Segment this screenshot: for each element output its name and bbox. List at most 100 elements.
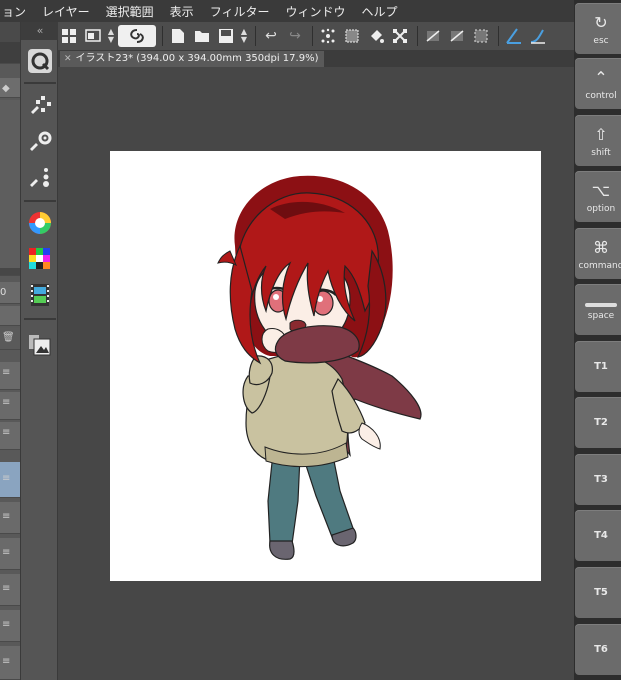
brush-size-icon[interactable] bbox=[25, 162, 55, 192]
transform-icon[interactable] bbox=[389, 25, 411, 47]
layer-row-selected[interactable]: ≡ bbox=[0, 462, 20, 498]
ruler-snap-icon[interactable] bbox=[446, 25, 468, 47]
key-label: T3 bbox=[594, 474, 608, 485]
spacebar-icon bbox=[585, 303, 617, 307]
menu-item-help[interactable]: ヘルプ bbox=[353, 3, 405, 20]
trash-icon[interactable]: 🗑 bbox=[2, 333, 15, 343]
menu-item-view[interactable]: 表示 bbox=[162, 3, 202, 20]
left-panel-row[interactable] bbox=[0, 306, 20, 326]
menu-item-window[interactable]: ウィンドウ bbox=[277, 3, 353, 20]
undo-icon[interactable]: ↩ bbox=[260, 25, 282, 47]
t2-key[interactable]: T2 bbox=[575, 397, 621, 448]
key-label: esc bbox=[593, 36, 609, 46]
canvas-workspace[interactable] bbox=[58, 67, 574, 680]
toolbar-separator bbox=[498, 26, 499, 46]
t1-key[interactable]: T1 bbox=[575, 341, 621, 392]
t3-key[interactable]: T3 bbox=[575, 454, 621, 505]
t4-key[interactable]: T4 bbox=[575, 510, 621, 561]
document-tab[interactable]: ✕ イラスト23* (394.00 x 394.00mm 350dpi 17.9… bbox=[60, 51, 325, 67]
key-label: control bbox=[585, 91, 617, 101]
sub-tool-icon[interactable] bbox=[25, 90, 55, 120]
tool-separator bbox=[24, 318, 56, 320]
shift-key[interactable]: ⇧ shift bbox=[575, 115, 621, 166]
layer-row[interactable]: ≡ bbox=[0, 646, 20, 680]
layout-icon[interactable] bbox=[82, 25, 104, 47]
left-panel-tab[interactable] bbox=[0, 42, 20, 64]
option-key[interactable]: ⌥ option bbox=[575, 171, 621, 222]
key-label: command bbox=[578, 261, 621, 271]
key-label: T2 bbox=[594, 417, 608, 428]
layer-row[interactable]: ≡ bbox=[0, 538, 20, 570]
quick-access-icon[interactable] bbox=[25, 46, 55, 76]
chibi-illustration bbox=[217, 175, 422, 560]
menu-lines-icon: ≡ bbox=[2, 656, 11, 667]
esc-key[interactable]: ↻ esc bbox=[575, 3, 621, 54]
drawing-canvas[interactable] bbox=[110, 151, 541, 581]
tool-separator bbox=[24, 82, 56, 84]
color-wheel-icon[interactable] bbox=[25, 208, 55, 238]
shift-icon: ⇧ bbox=[594, 125, 608, 144]
snap-special-ruler-icon[interactable] bbox=[503, 25, 525, 47]
control-icon: ⌃ bbox=[594, 68, 608, 87]
layer-row[interactable]: ≡ bbox=[0, 362, 20, 390]
collapse-left-icon[interactable]: « bbox=[21, 22, 59, 40]
select-all-icon[interactable] bbox=[341, 25, 363, 47]
t5-key[interactable]: T5 bbox=[575, 567, 621, 618]
key-label: option bbox=[586, 204, 616, 214]
layer-row[interactable]: ≡ bbox=[0, 574, 20, 606]
redo-icon[interactable]: ↪ bbox=[284, 25, 306, 47]
save-icon[interactable] bbox=[215, 25, 237, 47]
menu-bar: ョン レイヤー 選択範囲 表示 フィルター ウィンドウ ヘルプ bbox=[0, 0, 574, 22]
space-key[interactable]: space bbox=[575, 284, 621, 335]
grid-view-icon[interactable] bbox=[58, 25, 80, 47]
layer-row[interactable]: ≡ bbox=[0, 610, 20, 642]
left-panel-area bbox=[0, 100, 20, 270]
document-tab-title: イラスト23* (394.00 x 394.00mm 350dpi 17.9%) bbox=[75, 53, 319, 64]
t6-key[interactable]: T6 bbox=[575, 624, 621, 675]
stepper-icon[interactable]: ▲ ▼ bbox=[239, 25, 249, 47]
tool-property-icon[interactable] bbox=[25, 126, 55, 156]
layer-row[interactable]: ≡ bbox=[0, 502, 20, 534]
menu-lines-icon: ≡ bbox=[2, 427, 11, 438]
menu-lines-icon: ≡ bbox=[2, 473, 11, 484]
option-icon: ⌥ bbox=[591, 181, 611, 200]
fill-icon[interactable] bbox=[365, 25, 387, 47]
key-label: T1 bbox=[594, 361, 608, 372]
animation-cels-icon[interactable] bbox=[25, 280, 55, 310]
menu-lines-icon: ≡ bbox=[2, 547, 11, 558]
stepper-icon[interactable]: ▲ ▼ bbox=[106, 25, 116, 47]
menu-item-selection[interactable]: 選択範囲 bbox=[98, 3, 162, 20]
color-set-icon[interactable] bbox=[25, 244, 55, 274]
command-icon: ⌘ bbox=[593, 238, 609, 257]
menu-item-animation[interactable]: ョン bbox=[0, 3, 34, 20]
toolbar-separator bbox=[255, 26, 256, 46]
close-tab-icon[interactable]: ✕ bbox=[64, 51, 72, 67]
left-panel-control[interactable]: ◆ bbox=[0, 78, 20, 98]
left-panel-divider bbox=[0, 268, 20, 276]
control-key[interactable]: ⌃ control bbox=[575, 58, 621, 109]
snap-ruler-icon[interactable] bbox=[527, 25, 549, 47]
menu-item-filter[interactable]: フィルター bbox=[202, 3, 278, 20]
hide-selection-icon[interactable] bbox=[422, 25, 444, 47]
left-panel-row[interactable]: 🗑 bbox=[0, 328, 20, 350]
open-folder-icon[interactable] bbox=[191, 25, 213, 47]
menu-item-layer[interactable]: レイヤー bbox=[34, 3, 98, 20]
menu-lines-icon: ≡ bbox=[2, 583, 11, 594]
material-icon[interactable] bbox=[25, 330, 55, 360]
grid-snap-icon[interactable] bbox=[470, 25, 492, 47]
command-key[interactable]: ⌘ command bbox=[575, 228, 621, 279]
key-label: T4 bbox=[594, 530, 608, 541]
toolbar-separator bbox=[312, 26, 313, 46]
key-label: T5 bbox=[594, 587, 608, 598]
clear-icon[interactable] bbox=[317, 25, 339, 47]
stepper-icon: ◆ bbox=[2, 83, 10, 94]
command-bar: ▲ ▼ ▲ ▼ ↩ ↪ bbox=[58, 22, 574, 50]
left-panel-value-row[interactable]: 0 bbox=[0, 282, 20, 304]
layer-row[interactable]: ≡ bbox=[0, 422, 20, 450]
key-label: shift bbox=[591, 148, 611, 158]
layer-row[interactable]: ≡ bbox=[0, 392, 20, 420]
clip-studio-logo-icon[interactable] bbox=[118, 25, 156, 47]
new-file-icon[interactable] bbox=[167, 25, 189, 47]
toolbar-separator bbox=[417, 26, 418, 46]
key-label: T6 bbox=[594, 644, 608, 655]
